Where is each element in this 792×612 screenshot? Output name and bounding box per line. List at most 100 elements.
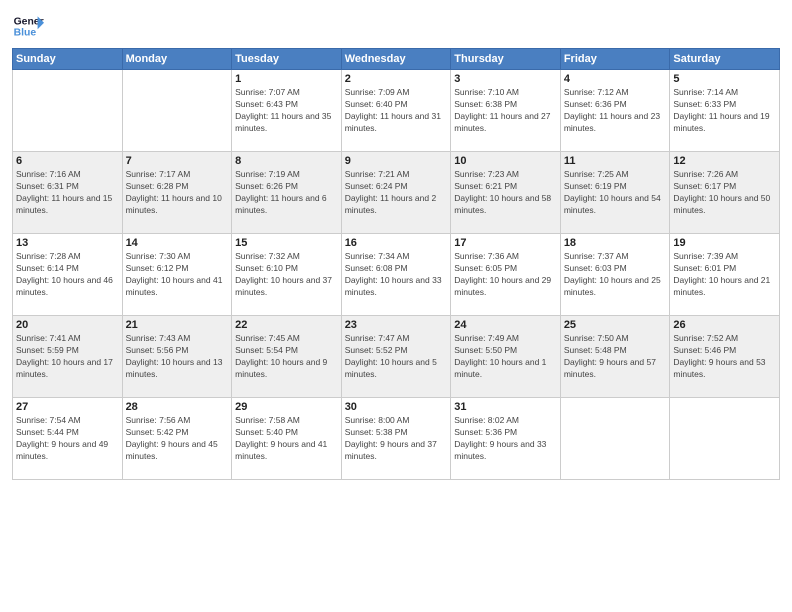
calendar-cell: 26 Sunrise: 7:52 AM Sunset: 5:46 PM Dayli… bbox=[670, 316, 780, 398]
day-info: Sunrise: 7:49 AM Sunset: 5:50 PM Dayligh… bbox=[454, 333, 557, 381]
calendar-cell: 31Sunrise: 8:02 AM Sunset: 5:36 PM Dayli… bbox=[451, 398, 561, 480]
day-info: Sunrise: 7:47 AM Sunset: 5:52 PM Dayligh… bbox=[345, 333, 448, 381]
day-info: Sunrise: 7:21 AM Sunset: 6:24 PM Dayligh… bbox=[345, 169, 448, 217]
day-number: 15 bbox=[235, 237, 338, 249]
day-header-wednesday: Wednesday bbox=[341, 49, 451, 70]
calendar-cell: 18 Sunrise: 7:37 AM Sunset: 6:03 PM Dayli… bbox=[560, 234, 670, 316]
day-number: 20 bbox=[16, 319, 119, 331]
day-number: 22 bbox=[235, 319, 338, 331]
day-info: Sunrise: 7:09 AM Sunset: 6:40 PM Dayligh… bbox=[345, 87, 448, 135]
calendar-cell: 12 Sunrise: 7:26 AM Sunset: 6:17 PM Dayli… bbox=[670, 152, 780, 234]
calendar-cell: 29 Sunrise: 7:58 AM Sunset: 5:40 PM Dayli… bbox=[232, 398, 342, 480]
day-info: Sunrise: 7:10 AM Sunset: 6:38 PM Dayligh… bbox=[454, 87, 557, 135]
day-info: Sunrise: 8:00 AM Sunset: 5:38 PM Dayligh… bbox=[345, 415, 448, 463]
day-number: 1 bbox=[235, 73, 338, 85]
calendar-cell: 7 Sunrise: 7:17 AM Sunset: 6:28 PM Daylig… bbox=[122, 152, 232, 234]
day-number: 5 bbox=[673, 73, 776, 85]
day-number: 18 bbox=[564, 237, 667, 249]
day-number: 21 bbox=[126, 319, 229, 331]
day-number: 12 bbox=[673, 155, 776, 167]
calendar-cell: 25 Sunrise: 7:50 AM Sunset: 5:48 PM Dayli… bbox=[560, 316, 670, 398]
page: General Blue SundayMondayTuesdayWednesda… bbox=[0, 0, 792, 612]
day-info: Sunrise: 7:17 AM Sunset: 6:28 PM Dayligh… bbox=[126, 169, 229, 217]
day-number: 2 bbox=[345, 73, 448, 85]
calendar-cell: 6 Sunrise: 7:16 AM Sunset: 6:31 PM Daylig… bbox=[13, 152, 123, 234]
calendar-week-row: 1Sunrise: 7:07 AM Sunset: 6:43 PM Daylig… bbox=[13, 70, 780, 152]
day-info: Sunrise: 7:56 AM Sunset: 5:42 PM Dayligh… bbox=[126, 415, 229, 463]
day-header-thursday: Thursday bbox=[451, 49, 561, 70]
logo-icon: General Blue bbox=[12, 10, 44, 42]
calendar-cell: 11 Sunrise: 7:25 AM Sunset: 6:19 PM Dayli… bbox=[560, 152, 670, 234]
day-number: 27 bbox=[16, 401, 119, 413]
calendar-table: SundayMondayTuesdayWednesdayThursdayFrid… bbox=[12, 48, 780, 480]
day-number: 31 bbox=[454, 401, 557, 413]
day-info: Sunrise: 7:30 AM Sunset: 6:12 PM Dayligh… bbox=[126, 251, 229, 299]
calendar-header-row: SundayMondayTuesdayWednesdayThursdayFrid… bbox=[13, 49, 780, 70]
day-info: Sunrise: 7:45 AM Sunset: 5:54 PM Dayligh… bbox=[235, 333, 338, 381]
calendar-cell: 13 Sunrise: 7:28 AM Sunset: 6:14 PM Dayli… bbox=[13, 234, 123, 316]
day-number: 26 bbox=[673, 319, 776, 331]
calendar-cell: 2 Sunrise: 7:09 AM Sunset: 6:40 PM Daylig… bbox=[341, 70, 451, 152]
day-info: Sunrise: 7:12 AM Sunset: 6:36 PM Dayligh… bbox=[564, 87, 667, 135]
calendar-cell: 4 Sunrise: 7:12 AM Sunset: 6:36 PM Daylig… bbox=[560, 70, 670, 152]
calendar-cell: 24 Sunrise: 7:49 AM Sunset: 5:50 PM Dayli… bbox=[451, 316, 561, 398]
day-info: Sunrise: 7:25 AM Sunset: 6:19 PM Dayligh… bbox=[564, 169, 667, 217]
day-number: 19 bbox=[673, 237, 776, 249]
header: General Blue bbox=[12, 10, 780, 42]
day-number: 10 bbox=[454, 155, 557, 167]
calendar-cell: 10Sunrise: 7:23 AM Sunset: 6:21 PM Dayli… bbox=[451, 152, 561, 234]
day-number: 14 bbox=[126, 237, 229, 249]
day-number: 28 bbox=[126, 401, 229, 413]
calendar-cell: 23 Sunrise: 7:47 AM Sunset: 5:52 PM Dayli… bbox=[341, 316, 451, 398]
day-header-sunday: Sunday bbox=[13, 49, 123, 70]
day-number: 17 bbox=[454, 237, 557, 249]
day-info: Sunrise: 7:16 AM Sunset: 6:31 PM Dayligh… bbox=[16, 169, 119, 217]
day-info: Sunrise: 7:34 AM Sunset: 6:08 PM Dayligh… bbox=[345, 251, 448, 299]
calendar-cell: 27 Sunrise: 7:54 AM Sunset: 5:44 PM Dayli… bbox=[13, 398, 123, 480]
calendar-cell: 9 Sunrise: 7:21 AM Sunset: 6:24 PM Daylig… bbox=[341, 152, 451, 234]
day-number: 9 bbox=[345, 155, 448, 167]
day-info: Sunrise: 7:14 AM Sunset: 6:33 PM Dayligh… bbox=[673, 87, 776, 135]
day-number: 24 bbox=[454, 319, 557, 331]
calendar-cell: 19 Sunrise: 7:39 AM Sunset: 6:01 PM Dayli… bbox=[670, 234, 780, 316]
day-info: Sunrise: 7:19 AM Sunset: 6:26 PM Dayligh… bbox=[235, 169, 338, 217]
day-info: Sunrise: 7:54 AM Sunset: 5:44 PM Dayligh… bbox=[16, 415, 119, 463]
calendar-cell: 15 Sunrise: 7:32 AM Sunset: 6:10 PM Dayli… bbox=[232, 234, 342, 316]
calendar-week-row: 27 Sunrise: 7:54 AM Sunset: 5:44 PM Dayli… bbox=[13, 398, 780, 480]
calendar-cell: 16 Sunrise: 7:34 AM Sunset: 6:08 PM Dayli… bbox=[341, 234, 451, 316]
calendar-cell: 1Sunrise: 7:07 AM Sunset: 6:43 PM Daylig… bbox=[232, 70, 342, 152]
day-header-friday: Friday bbox=[560, 49, 670, 70]
day-number: 4 bbox=[564, 73, 667, 85]
day-number: 16 bbox=[345, 237, 448, 249]
calendar-week-row: 13 Sunrise: 7:28 AM Sunset: 6:14 PM Dayli… bbox=[13, 234, 780, 316]
day-header-saturday: Saturday bbox=[670, 49, 780, 70]
day-number: 30 bbox=[345, 401, 448, 413]
day-info: Sunrise: 7:52 AM Sunset: 5:46 PM Dayligh… bbox=[673, 333, 776, 381]
calendar-cell: 21 Sunrise: 7:43 AM Sunset: 5:56 PM Dayli… bbox=[122, 316, 232, 398]
calendar-week-row: 20Sunrise: 7:41 AM Sunset: 5:59 PM Dayli… bbox=[13, 316, 780, 398]
calendar-cell: 5 Sunrise: 7:14 AM Sunset: 6:33 PM Daylig… bbox=[670, 70, 780, 152]
day-number: 8 bbox=[235, 155, 338, 167]
day-number: 6 bbox=[16, 155, 119, 167]
day-info: Sunrise: 7:50 AM Sunset: 5:48 PM Dayligh… bbox=[564, 333, 667, 381]
day-number: 13 bbox=[16, 237, 119, 249]
day-number: 3 bbox=[454, 73, 557, 85]
day-info: Sunrise: 7:39 AM Sunset: 6:01 PM Dayligh… bbox=[673, 251, 776, 299]
day-number: 11 bbox=[564, 155, 667, 167]
day-number: 29 bbox=[235, 401, 338, 413]
day-number: 25 bbox=[564, 319, 667, 331]
day-number: 23 bbox=[345, 319, 448, 331]
day-info: Sunrise: 7:28 AM Sunset: 6:14 PM Dayligh… bbox=[16, 251, 119, 299]
day-info: Sunrise: 7:36 AM Sunset: 6:05 PM Dayligh… bbox=[454, 251, 557, 299]
day-info: Sunrise: 7:58 AM Sunset: 5:40 PM Dayligh… bbox=[235, 415, 338, 463]
day-number: 7 bbox=[126, 155, 229, 167]
calendar-cell: 8 Sunrise: 7:19 AM Sunset: 6:26 PM Daylig… bbox=[232, 152, 342, 234]
day-header-tuesday: Tuesday bbox=[232, 49, 342, 70]
day-info: Sunrise: 7:32 AM Sunset: 6:10 PM Dayligh… bbox=[235, 251, 338, 299]
day-info: Sunrise: 7:43 AM Sunset: 5:56 PM Dayligh… bbox=[126, 333, 229, 381]
logo: General Blue bbox=[12, 10, 44, 42]
calendar-cell: 14 Sunrise: 7:30 AM Sunset: 6:12 PM Dayli… bbox=[122, 234, 232, 316]
day-info: Sunrise: 7:37 AM Sunset: 6:03 PM Dayligh… bbox=[564, 251, 667, 299]
day-info: Sunrise: 7:26 AM Sunset: 6:17 PM Dayligh… bbox=[673, 169, 776, 217]
calendar-cell: 30 Sunrise: 8:00 AM Sunset: 5:38 PM Dayli… bbox=[341, 398, 451, 480]
